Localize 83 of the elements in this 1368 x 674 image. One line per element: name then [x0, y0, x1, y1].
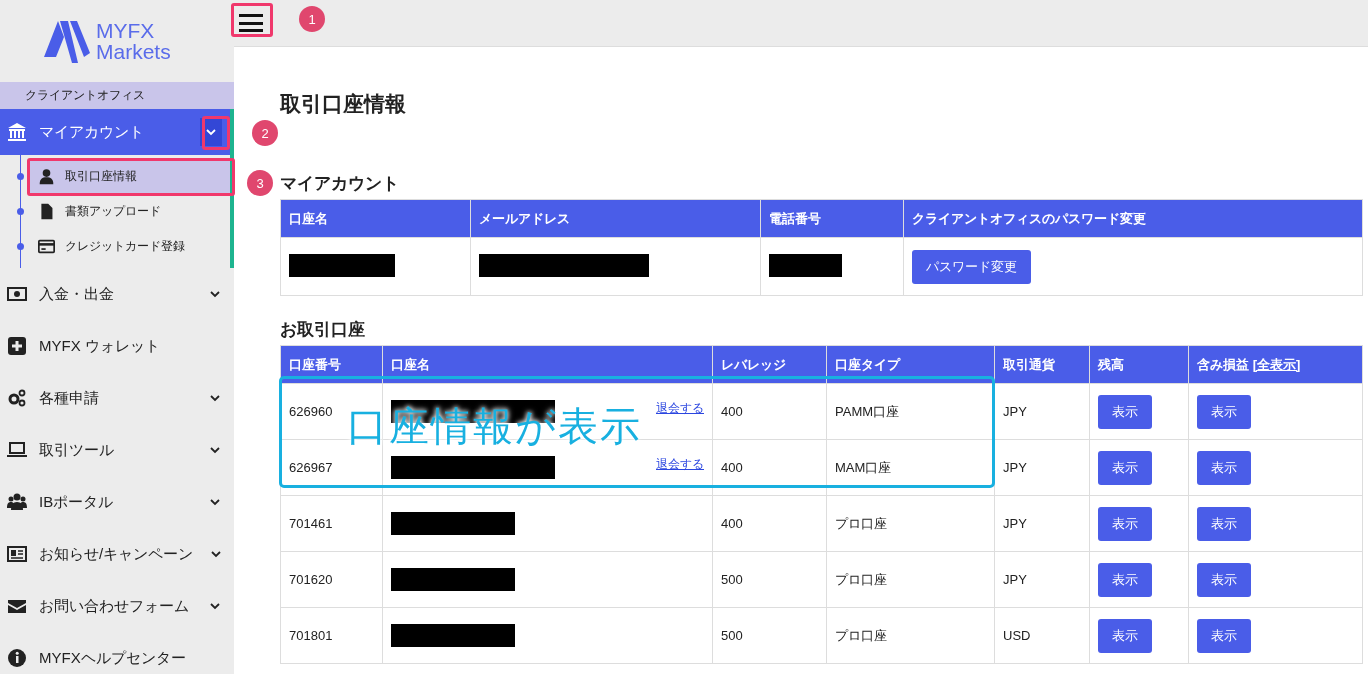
table-cell: プロ口座 [826, 607, 995, 664]
show-pl-button[interactable]: 表示 [1197, 506, 1251, 541]
show-balance-button[interactable]: 表示 [1098, 618, 1152, 653]
bullet-dot [17, 173, 24, 180]
bullet-dot [17, 208, 24, 215]
banknote-icon [7, 284, 27, 304]
sidebar-item[interactable]: お問い合わせフォーム [0, 580, 234, 632]
chevron-icon[interactable] [210, 446, 220, 454]
callout-badge: 3 [247, 170, 273, 196]
column-header: 残高 [1089, 345, 1189, 384]
highlight-frame [231, 3, 273, 37]
bullet-dot [17, 243, 24, 250]
credit-card-icon [38, 238, 55, 255]
table-cell: 400 [712, 495, 827, 552]
table-cell: JPY [994, 495, 1090, 552]
page-title: 取引口座情報 [280, 91, 407, 117]
chevron-icon[interactable] [210, 290, 220, 298]
highlight-frame [202, 116, 230, 150]
show-balance-button[interactable]: 表示 [1098, 450, 1152, 485]
callout-badge: 2 [252, 120, 278, 146]
section-heading: マイアカウント [280, 173, 400, 195]
table-cell: JPY [994, 383, 1090, 440]
logo-text: MYFX Markets [96, 20, 171, 62]
table-cell: 701461 [280, 495, 383, 552]
sidebar-item[interactable]: マイアカウント [0, 109, 230, 155]
show-all-link[interactable]: [全表示] [1252, 356, 1301, 372]
user-icon [38, 168, 55, 185]
sidebar-subitem[interactable]: クレジットカード登録 [30, 230, 230, 263]
table-cell: JPY [994, 551, 1090, 608]
column-header: クライアントオフィスのパスワード変更 [903, 199, 1363, 238]
sidebar-item[interactable]: 取引ツール [0, 424, 234, 476]
table-cell: JPY [994, 439, 1090, 496]
column-header: 含み損益 [1197, 356, 1250, 372]
sidebar-section-title: クライアントオフィス [0, 82, 234, 109]
show-pl-button[interactable]: 表示 [1197, 618, 1251, 653]
chevron-icon[interactable] [211, 550, 222, 558]
withdraw-link[interactable]: 退会する [656, 400, 704, 417]
bank-icon [7, 122, 27, 142]
sidebar-item[interactable]: 各種申請 [0, 372, 234, 424]
show-balance-button[interactable]: 表示 [1098, 506, 1152, 541]
table-cell: USD [994, 607, 1090, 664]
menu-button[interactable] [237, 11, 265, 35]
show-pl-button[interactable]: 表示 [1197, 450, 1251, 485]
change-password-button[interactable]: パスワード変更 [912, 249, 1031, 284]
table-cell: 500 [712, 551, 827, 608]
gears-icon [7, 388, 27, 408]
table-cell: 400 [712, 383, 827, 440]
document-icon [38, 203, 55, 220]
column-header: 口座タイプ [826, 345, 995, 384]
section-heading: お取引口座 [280, 319, 366, 341]
table-cell: プロ口座 [826, 495, 995, 552]
info-icon [7, 648, 27, 668]
chevron-icon[interactable] [210, 498, 220, 506]
sidebar-item[interactable]: MYFXヘルプセンター [0, 632, 234, 674]
laptop-icon [7, 440, 27, 460]
column-header: 口座番号 [280, 345, 383, 384]
sidebar-item[interactable]: MYFX ウォレット [0, 320, 234, 372]
table-cell: 500 [712, 607, 827, 664]
users-icon [7, 492, 27, 512]
show-pl-button[interactable]: 表示 [1197, 562, 1251, 597]
sidebar-item[interactable]: お知らせ/キャンペーン [0, 528, 234, 580]
withdraw-link[interactable]: 退会する [656, 456, 704, 473]
show-balance-button[interactable]: 表示 [1098, 562, 1152, 597]
sidebar-item[interactable]: IBポータル [0, 476, 234, 528]
sidebar-subitem[interactable]: 取引口座情報 [30, 160, 230, 193]
chevron-icon[interactable] [210, 394, 220, 402]
show-balance-button[interactable]: 表示 [1098, 394, 1152, 429]
show-pl-button[interactable]: 表示 [1197, 394, 1251, 429]
column-header: 電話番号 [760, 199, 904, 238]
table-cell: 701620 [280, 551, 383, 608]
column-header: 取引通貨 [994, 345, 1090, 384]
chevron-icon[interactable] [210, 602, 220, 610]
table-cell: 400 [712, 439, 827, 496]
column-header: メールアドレス [470, 199, 761, 238]
sidebar-subitem[interactable]: 書類アップロード [30, 195, 230, 228]
column-header: レバレッジ [712, 345, 827, 384]
table-cell: 701801 [280, 607, 383, 664]
table-cell: プロ口座 [826, 551, 995, 608]
sidebar-item[interactable]: 入金・出金 [0, 268, 234, 320]
plus-icon [7, 336, 27, 356]
newspaper-icon [7, 544, 27, 564]
column-header: 口座名 [280, 199, 471, 238]
column-header: 口座名 [382, 345, 713, 384]
